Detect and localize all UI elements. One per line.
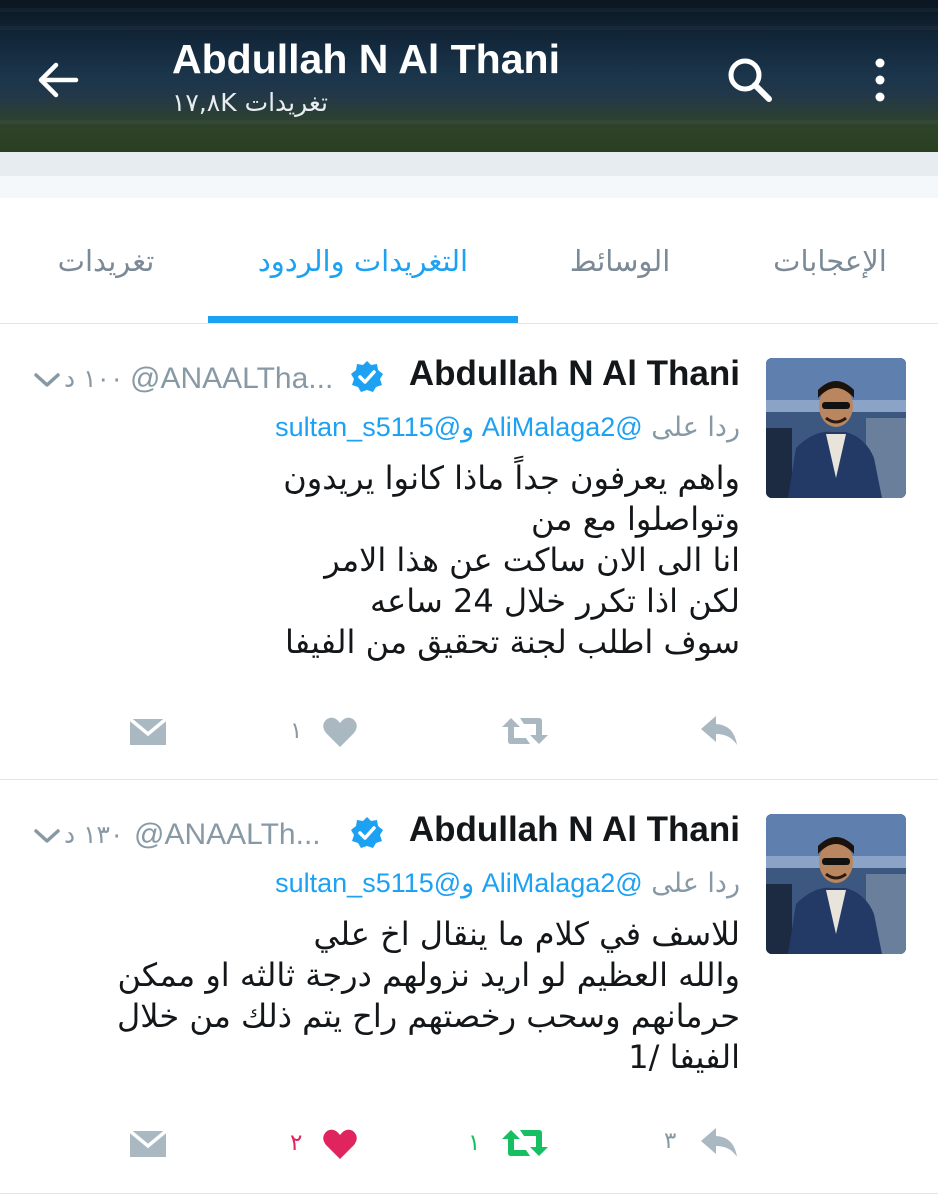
profile-header: Abdullah N Al Thani ١٧,٨K تغريدات	[0, 0, 938, 152]
tweet-text-line: والله العظيم لو اريد نزولهم درجة ثالثه ا…	[117, 956, 740, 994]
section-divider	[0, 152, 938, 198]
like-count: ٢	[290, 1130, 303, 1156]
tweet-text: واهم يعرفون جداً ماذا كانوا يريدون وتواص…	[60, 458, 740, 663]
retweet-icon[interactable]	[500, 714, 550, 752]
tweet-timestamp: ١٠٠ د	[64, 364, 124, 393]
tweet-text-line: لكن اذا تكرر خلال 24 ساعه	[369, 582, 740, 620]
more-vertical-icon[interactable]	[860, 54, 900, 106]
tweet-text-line: حرمانهم وسحب رخصتهم راح يتم ذلك من خلال	[117, 997, 740, 1035]
tweet-count: ١٧,٨K تغريدات	[172, 88, 328, 117]
tab-media[interactable]: الوسائط	[540, 198, 700, 324]
profile-name-title: Abdullah N Al Thani	[172, 36, 560, 82]
reply-icon[interactable]	[698, 712, 740, 752]
tweet[interactable]: Abdullah N Al Thani @ANAALTha... ١٠٠ د ر…	[0, 324, 938, 780]
reply-mentions[interactable]: @AliMalaga2 و@sultan_s5115	[275, 412, 643, 442]
heart-icon[interactable]	[322, 1128, 358, 1164]
tweet-text-line: انا الى الان ساكت عن هذا الامر	[324, 541, 740, 579]
heart-icon[interactable]	[322, 716, 358, 752]
reply-prefix: ردا على	[651, 868, 740, 899]
chevron-down-icon[interactable]	[32, 370, 62, 390]
retweet-count: ١	[468, 1130, 481, 1156]
reply-context: ردا على @AliMalaga2 و@sultan_s5115	[275, 412, 740, 443]
tweet-author-name[interactable]: Abdullah N Al Thani	[409, 354, 740, 394]
avatar[interactable]	[766, 358, 906, 498]
tweet-timestamp: ١٣٠ د	[64, 820, 124, 849]
retweet-icon[interactable]	[500, 1126, 550, 1164]
tweet-text-line: سوف اطلب لجنة تحقيق من الفيفا	[285, 623, 740, 661]
reply-context: ردا على @AliMalaga2 و@sultan_s5115	[275, 868, 740, 899]
verified-badge-icon	[350, 360, 384, 394]
profile-tabs: الإعجابات الوسائط التغريدات والردود تغري…	[0, 198, 938, 324]
tweet-text-line: للاسف في كلام ما ينقال اخ علي	[313, 915, 740, 953]
search-icon[interactable]	[724, 54, 776, 106]
tweet-text-line: وتواصلوا مع من	[531, 500, 740, 538]
tab-tweets-and-replies[interactable]: التغريدات والردود	[208, 198, 518, 324]
tab-likes[interactable]: الإعجابات	[750, 198, 910, 324]
tweet-text: للاسف في كلام ما ينقال اخ علي والله العظ…	[40, 914, 740, 1078]
tab-tweets[interactable]: تغريدات	[36, 198, 176, 324]
direct-message-icon[interactable]	[128, 1128, 168, 1164]
tweet-author-handle[interactable]: @ANAALTha...	[130, 362, 333, 396]
back-arrow-icon[interactable]	[30, 52, 86, 108]
active-tab-indicator	[208, 316, 518, 323]
like-count: ١	[290, 718, 303, 744]
tweet[interactable]: Abdullah N Al Thani @ANAALTh... ١٣٠ د رد…	[0, 780, 938, 1194]
chevron-down-icon[interactable]	[32, 826, 62, 846]
tweet-text-line: واهم يعرفون جداً ماذا كانوا يريدون	[283, 459, 740, 497]
reply-prefix: ردا على	[651, 412, 740, 443]
reply-count: ٣	[664, 1128, 677, 1154]
verified-badge-icon	[350, 816, 384, 850]
reply-mentions[interactable]: @AliMalaga2 و@sultan_s5115	[275, 868, 643, 898]
avatar[interactable]	[766, 814, 906, 954]
tweet-author-handle[interactable]: @ANAALTh...	[134, 818, 321, 852]
tweet-author-name[interactable]: Abdullah N Al Thani	[409, 810, 740, 850]
direct-message-icon[interactable]	[128, 716, 168, 752]
reply-icon[interactable]	[698, 1124, 740, 1164]
tweet-text-line: الفيفا /1	[628, 1038, 740, 1076]
